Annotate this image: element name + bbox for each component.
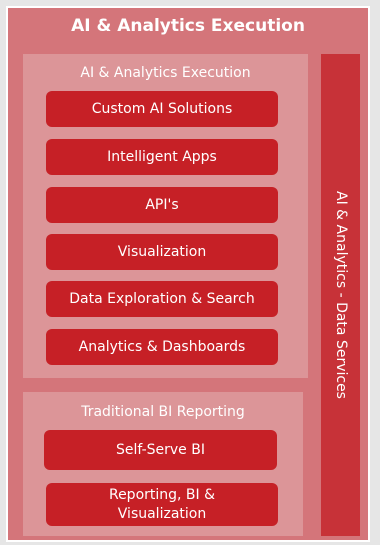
execution-panel-title: AI & Analytics Execution [80, 65, 251, 81]
intelligent-apps-box: Intelligent Apps [46, 139, 278, 175]
data-services-bar: AI & Analytics - Data Services [321, 54, 360, 536]
reporting-bi-visualization-box: Reporting, BI & Visualization [46, 483, 278, 526]
execution-panel: AI & Analytics Execution Custom AI Solut… [23, 54, 308, 378]
visualization-box: Visualization [46, 234, 278, 270]
apis-box: API's [46, 187, 278, 223]
self-serve-bi-box: Self-Serve BI [44, 430, 277, 470]
custom-ai-solutions-box: Custom AI Solutions [46, 91, 278, 127]
traditional-bi-panel-title: Traditional BI Reporting [81, 404, 245, 420]
diagram-container: AI & Analytics Execution AI & Analytics … [6, 6, 370, 542]
data-services-label: AI & Analytics - Data Services [332, 191, 349, 399]
analytics-dashboards-box: Analytics & Dashboards [46, 329, 278, 365]
diagram-title: AI & Analytics Execution [71, 16, 305, 36]
traditional-bi-panel: Traditional BI Reporting Self-Serve BI R… [23, 392, 303, 536]
data-exploration-search-box: Data Exploration & Search [46, 281, 278, 317]
